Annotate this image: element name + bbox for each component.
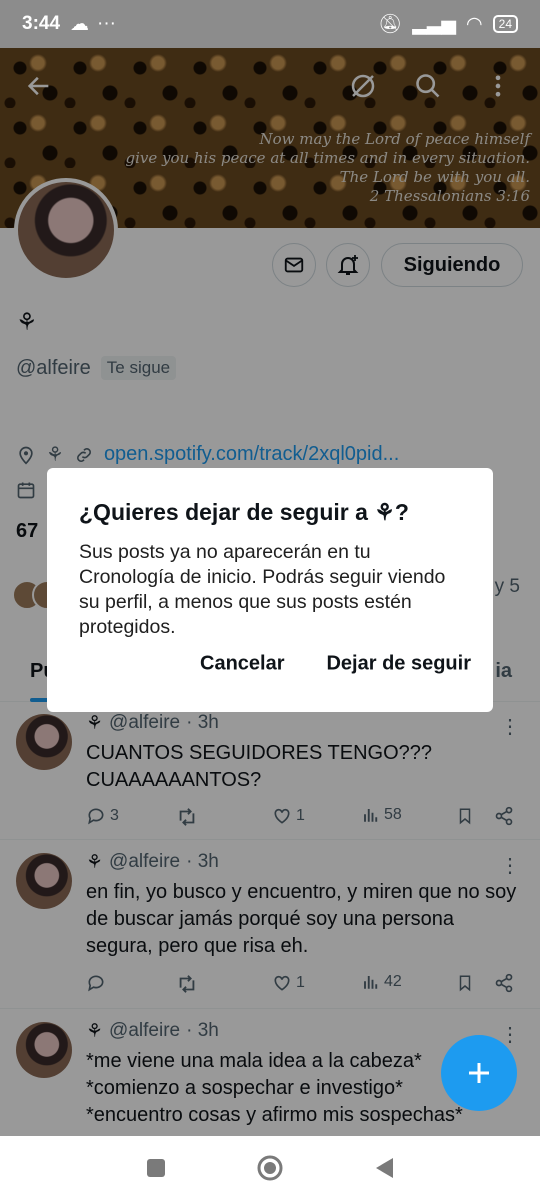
dialog-body: Sus posts ya no aparecerán en tu Cronolo… bbox=[79, 541, 446, 638]
home-button[interactable] bbox=[256, 1154, 284, 1182]
mute-icon: 🔕︎ bbox=[378, 14, 403, 35]
wifi-icon: ◠ bbox=[466, 13, 483, 35]
status-bar: 3:44 ☁ ··· 🔕︎ ▂▃▅ ◠ 24 bbox=[0, 0, 540, 48]
unfollow-dialog: ¿Quieres dejar de seguir a ⚘? Sus posts … bbox=[47, 468, 493, 712]
cloud-icon: ☁ bbox=[70, 13, 90, 35]
unfollow-confirm-button[interactable]: Dejar de seguir bbox=[326, 653, 471, 676]
system-nav-bar bbox=[0, 1136, 540, 1199]
dialog-title: ¿Quieres dejar de seguir a ⚘? bbox=[79, 499, 409, 525]
plus-icon bbox=[469, 1063, 489, 1083]
back-button[interactable] bbox=[373, 1156, 395, 1180]
battery-indicator: 24 bbox=[492, 15, 518, 33]
more-notifications-icon: ··· bbox=[97, 13, 117, 34]
compose-button[interactable] bbox=[441, 1035, 517, 1111]
cancel-button[interactable]: Cancelar bbox=[200, 653, 285, 676]
signal-icon: ▂▃▅ bbox=[412, 13, 457, 35]
recents-button[interactable] bbox=[145, 1157, 167, 1179]
status-time: 3:44 bbox=[22, 13, 61, 34]
